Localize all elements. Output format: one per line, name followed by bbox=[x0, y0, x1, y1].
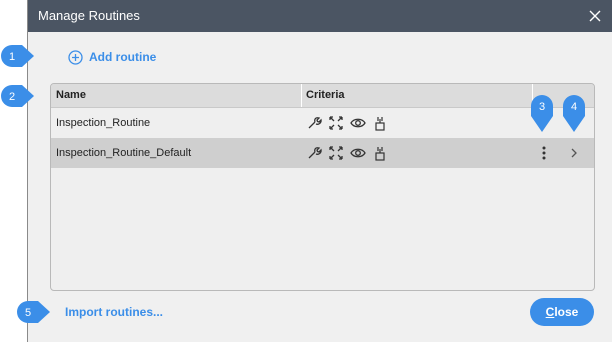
wrench-icon bbox=[306, 145, 322, 161]
wrench-icon bbox=[306, 115, 322, 131]
routine-name: Inspection_Routine_Default bbox=[56, 147, 192, 159]
close-icon[interactable] bbox=[585, 6, 605, 26]
chevron-right-icon[interactable] bbox=[567, 145, 581, 161]
manage-routines-dialog: Manage Routines Add routine Name Criteri… bbox=[27, 0, 612, 342]
callout-number: 1 bbox=[9, 51, 15, 63]
eye-icon bbox=[350, 115, 366, 131]
kebab-menu-icon[interactable] bbox=[539, 145, 549, 161]
close-label-rest: lose bbox=[554, 305, 579, 319]
callout-marker-1: 1 bbox=[1, 45, 34, 67]
callout-number: 4 bbox=[571, 101, 577, 113]
import-routines-link[interactable]: Import routines... bbox=[65, 305, 163, 319]
eye-icon bbox=[350, 145, 366, 161]
callout-marker-4: 4 bbox=[563, 95, 585, 132]
expand-icon bbox=[328, 115, 344, 131]
dialog-title: Manage Routines bbox=[38, 8, 140, 23]
table-row-selected[interactable]: Inspection_Routine_Default bbox=[51, 138, 594, 168]
header-name[interactable]: Name bbox=[56, 89, 86, 101]
table-header: Name Criteria bbox=[51, 84, 594, 108]
expand-icon bbox=[328, 145, 344, 161]
add-routine-label: Add routine bbox=[89, 50, 157, 64]
pin-icon bbox=[372, 145, 388, 161]
routines-table: Name Criteria Inspection_Routine Inspect… bbox=[50, 83, 595, 291]
add-routine-button[interactable]: Add routine bbox=[68, 47, 156, 67]
callout-marker-3: 3 bbox=[531, 95, 553, 132]
column-divider bbox=[301, 84, 302, 107]
callout-number: 5 bbox=[25, 307, 31, 319]
callout-number: 2 bbox=[9, 91, 15, 103]
table-row[interactable]: Inspection_Routine bbox=[51, 108, 594, 138]
callout-number: 3 bbox=[539, 101, 545, 113]
callout-marker-2: 2 bbox=[1, 85, 34, 107]
criteria-icons bbox=[306, 145, 388, 161]
routine-name: Inspection_Routine bbox=[56, 117, 151, 129]
criteria-icons bbox=[306, 115, 388, 131]
pin-icon bbox=[372, 115, 388, 131]
header-criteria[interactable]: Criteria bbox=[306, 89, 345, 101]
plus-circle-icon bbox=[68, 49, 83, 65]
close-button[interactable]: Close bbox=[530, 298, 594, 326]
callout-marker-5: 5 bbox=[17, 301, 50, 323]
title-bar: Manage Routines bbox=[28, 0, 612, 32]
